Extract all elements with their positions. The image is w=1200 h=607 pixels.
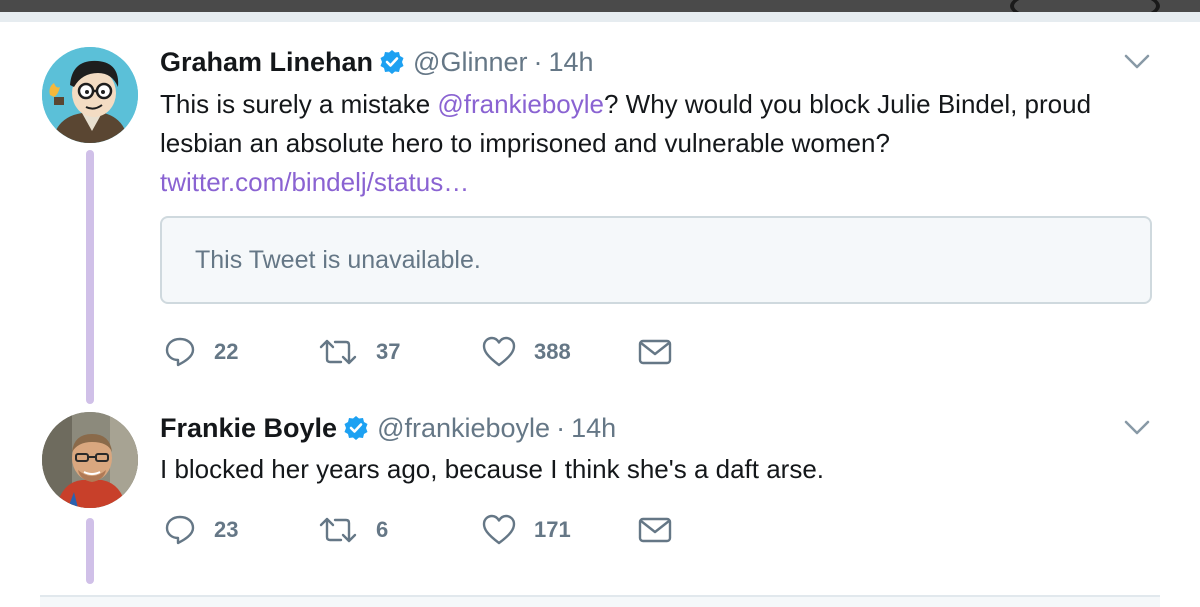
direct-message-icon xyxy=(638,516,672,544)
conversation-thread: Graham Linehan @Glinner · 14h This is surel… xyxy=(0,22,1200,607)
thread-connector-line xyxy=(86,518,94,584)
like-button[interactable]: 388 xyxy=(482,334,571,370)
retweet-button[interactable]: 6 xyxy=(318,512,388,548)
retweet-button[interactable]: 37 xyxy=(318,334,400,370)
quoted-tweet-message: This Tweet is unavailable. xyxy=(195,246,481,274)
chevron-down-icon[interactable] xyxy=(1124,420,1150,436)
next-tweet-edge xyxy=(40,595,1160,607)
display-name[interactable]: Frankie Boyle xyxy=(160,413,337,443)
direct-message-button[interactable] xyxy=(638,512,672,548)
like-icon xyxy=(482,336,516,368)
reply-count: 23 xyxy=(214,517,239,542)
verified-badge-icon xyxy=(343,415,369,449)
tweet-text-part: This is surely a mistake xyxy=(160,89,438,119)
verified-badge-icon xyxy=(379,49,405,83)
like-button[interactable]: 171 xyxy=(482,512,571,548)
user-handle[interactable]: @frankieboyle xyxy=(377,413,550,443)
avatar-cartoon-image xyxy=(42,47,138,143)
tweet-header: Frankie Boyle @frankieboyle · 14h xyxy=(160,411,616,449)
tweet-header: Graham Linehan @Glinner · 14h xyxy=(160,45,594,83)
previous-tweet-image-edge xyxy=(0,0,1200,12)
like-count: 171 xyxy=(534,517,571,542)
retweet-count: 6 xyxy=(376,517,389,542)
separator xyxy=(0,12,1200,22)
mention-link[interactable]: @frankieboyle xyxy=(437,89,604,119)
tweet-text: I blocked her years ago, because I think… xyxy=(160,454,825,484)
direct-message-icon xyxy=(638,338,672,366)
tweet-text: This is surely a mistake @frankieboyle? … xyxy=(160,85,1160,202)
avatar[interactable] xyxy=(42,47,138,143)
timestamp[interactable]: 14h xyxy=(549,47,594,77)
reply-button[interactable]: 23 xyxy=(164,512,238,548)
retweet-count: 37 xyxy=(376,339,401,364)
reply-count: 22 xyxy=(214,339,239,364)
avatar-photo-image xyxy=(42,412,138,508)
display-name[interactable]: Graham Linehan xyxy=(160,47,373,77)
quoted-tweet[interactable]: This Tweet is unavailable. xyxy=(160,216,1152,304)
chevron-down-icon[interactable] xyxy=(1124,54,1150,70)
like-count: 388 xyxy=(534,339,571,364)
reply-icon xyxy=(164,514,196,546)
separator-dot: · xyxy=(556,413,566,443)
reply-icon xyxy=(164,336,196,368)
status-link[interactable]: twitter.com/bindelj/status… xyxy=(160,167,469,197)
avatar[interactable] xyxy=(42,412,138,508)
thread-connector-line xyxy=(86,150,94,404)
user-handle[interactable]: @Glinner xyxy=(413,47,527,77)
like-icon xyxy=(482,514,516,546)
reply-button[interactable]: 22 xyxy=(164,334,238,370)
retweet-icon xyxy=(318,514,358,546)
timestamp[interactable]: 14h xyxy=(571,413,616,443)
direct-message-button[interactable] xyxy=(638,334,672,370)
retweet-icon xyxy=(318,336,358,368)
separator-dot: · xyxy=(533,47,543,77)
